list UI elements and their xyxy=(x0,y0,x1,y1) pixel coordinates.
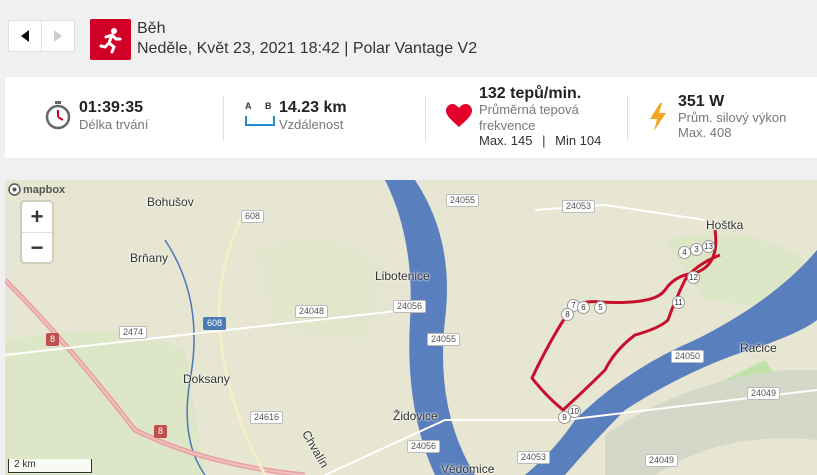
heart-rate-label-1: Průměrná tepová xyxy=(479,102,579,117)
road-label: 24050 xyxy=(671,350,705,363)
duration-label: Délka trvání xyxy=(79,117,149,132)
road-label: 608 xyxy=(203,317,227,330)
distance-label: Vzdálenost xyxy=(279,117,344,132)
history-nav xyxy=(8,20,75,52)
lap-marker[interactable]: 11 xyxy=(672,296,685,309)
road-label: 24056 xyxy=(407,440,441,453)
distance-value: 14.23 km xyxy=(279,99,347,116)
power-label: Prům. silový výkon xyxy=(678,110,787,125)
lap-marker[interactable]: 12 xyxy=(687,271,700,284)
zoom-out-button[interactable]: − xyxy=(22,232,52,263)
heart-rate-label-2: frekvence xyxy=(479,118,536,133)
place-label: Libotenice xyxy=(375,269,430,283)
distance-icon: A B xyxy=(245,101,275,131)
route-map[interactable]: Bohušov Brňany Doksany Libotenice Židovi… xyxy=(5,180,817,475)
heart-rate-range: Max. 145 | Min 104 xyxy=(479,133,601,148)
back-button[interactable] xyxy=(8,20,42,52)
lap-marker[interactable]: 13 xyxy=(702,240,715,253)
heart-rate-sep: | xyxy=(542,133,546,148)
power-max: Max. 408 xyxy=(678,125,732,140)
divider xyxy=(627,95,628,141)
mapbox-logo[interactable]: mapbox xyxy=(8,183,65,196)
place-label: Bohušov xyxy=(147,195,194,209)
heart-rate-value: 132 tepů/min. xyxy=(479,85,582,102)
divider xyxy=(223,95,224,141)
stopwatch-icon xyxy=(45,101,71,130)
road-label: 24049 xyxy=(747,387,781,400)
map-scale: 2 km xyxy=(8,459,92,473)
zoom-control: + − xyxy=(22,202,52,262)
heart-icon xyxy=(446,104,472,127)
road-label: 608 xyxy=(241,210,265,223)
road-label: 24053 xyxy=(562,200,596,213)
road-label: 24053 xyxy=(517,451,551,464)
place-label: Vědomice xyxy=(441,462,495,475)
zoom-in-button[interactable]: + xyxy=(22,202,52,232)
road-label: 2474 xyxy=(119,326,148,339)
running-icon xyxy=(90,19,131,60)
lap-marker[interactable]: 6 xyxy=(577,301,590,314)
duration-value: 01:39:35 xyxy=(79,99,144,116)
place-label: Hoštka xyxy=(706,218,744,232)
road-label: 24055 xyxy=(446,194,480,207)
road-label: 24056 xyxy=(393,300,427,313)
road-label: 24049 xyxy=(645,454,679,467)
forward-button[interactable] xyxy=(42,20,75,52)
lap-marker[interactable]: 8 xyxy=(561,308,574,321)
heart-rate-max: Max. 145 xyxy=(479,133,533,148)
place-label: Doksany xyxy=(183,372,230,386)
road-label: 24048 xyxy=(295,305,329,318)
lap-marker[interactable]: 9 xyxy=(558,411,571,424)
lightning-icon xyxy=(650,103,666,131)
place-label: Račice xyxy=(740,341,777,355)
summary-panel: 01:39:35 Délka trvání A B 14.23 km Vzdál… xyxy=(5,77,817,158)
place-label: Židovice xyxy=(393,409,438,423)
mapbox-icon xyxy=(8,183,21,196)
chevron-left-icon xyxy=(21,30,29,42)
divider xyxy=(425,95,426,141)
session-subtitle: Neděle, Květ 23, 2021 18:42 | Polar Vant… xyxy=(137,40,478,57)
mapbox-attribution: mapbox xyxy=(23,183,66,196)
road-label: 24055 xyxy=(427,333,461,346)
place-label: Brňany xyxy=(130,251,169,265)
heart-rate-min: Min 104 xyxy=(555,133,602,148)
chevron-right-icon xyxy=(54,30,62,42)
road-label: 24616 xyxy=(250,411,284,424)
power-value: 351 W xyxy=(678,93,725,110)
road-label: 8 xyxy=(46,333,60,346)
road-label: 8 xyxy=(154,425,168,438)
lap-marker[interactable]: 5 xyxy=(594,301,607,314)
page-title: Běh xyxy=(137,20,166,37)
